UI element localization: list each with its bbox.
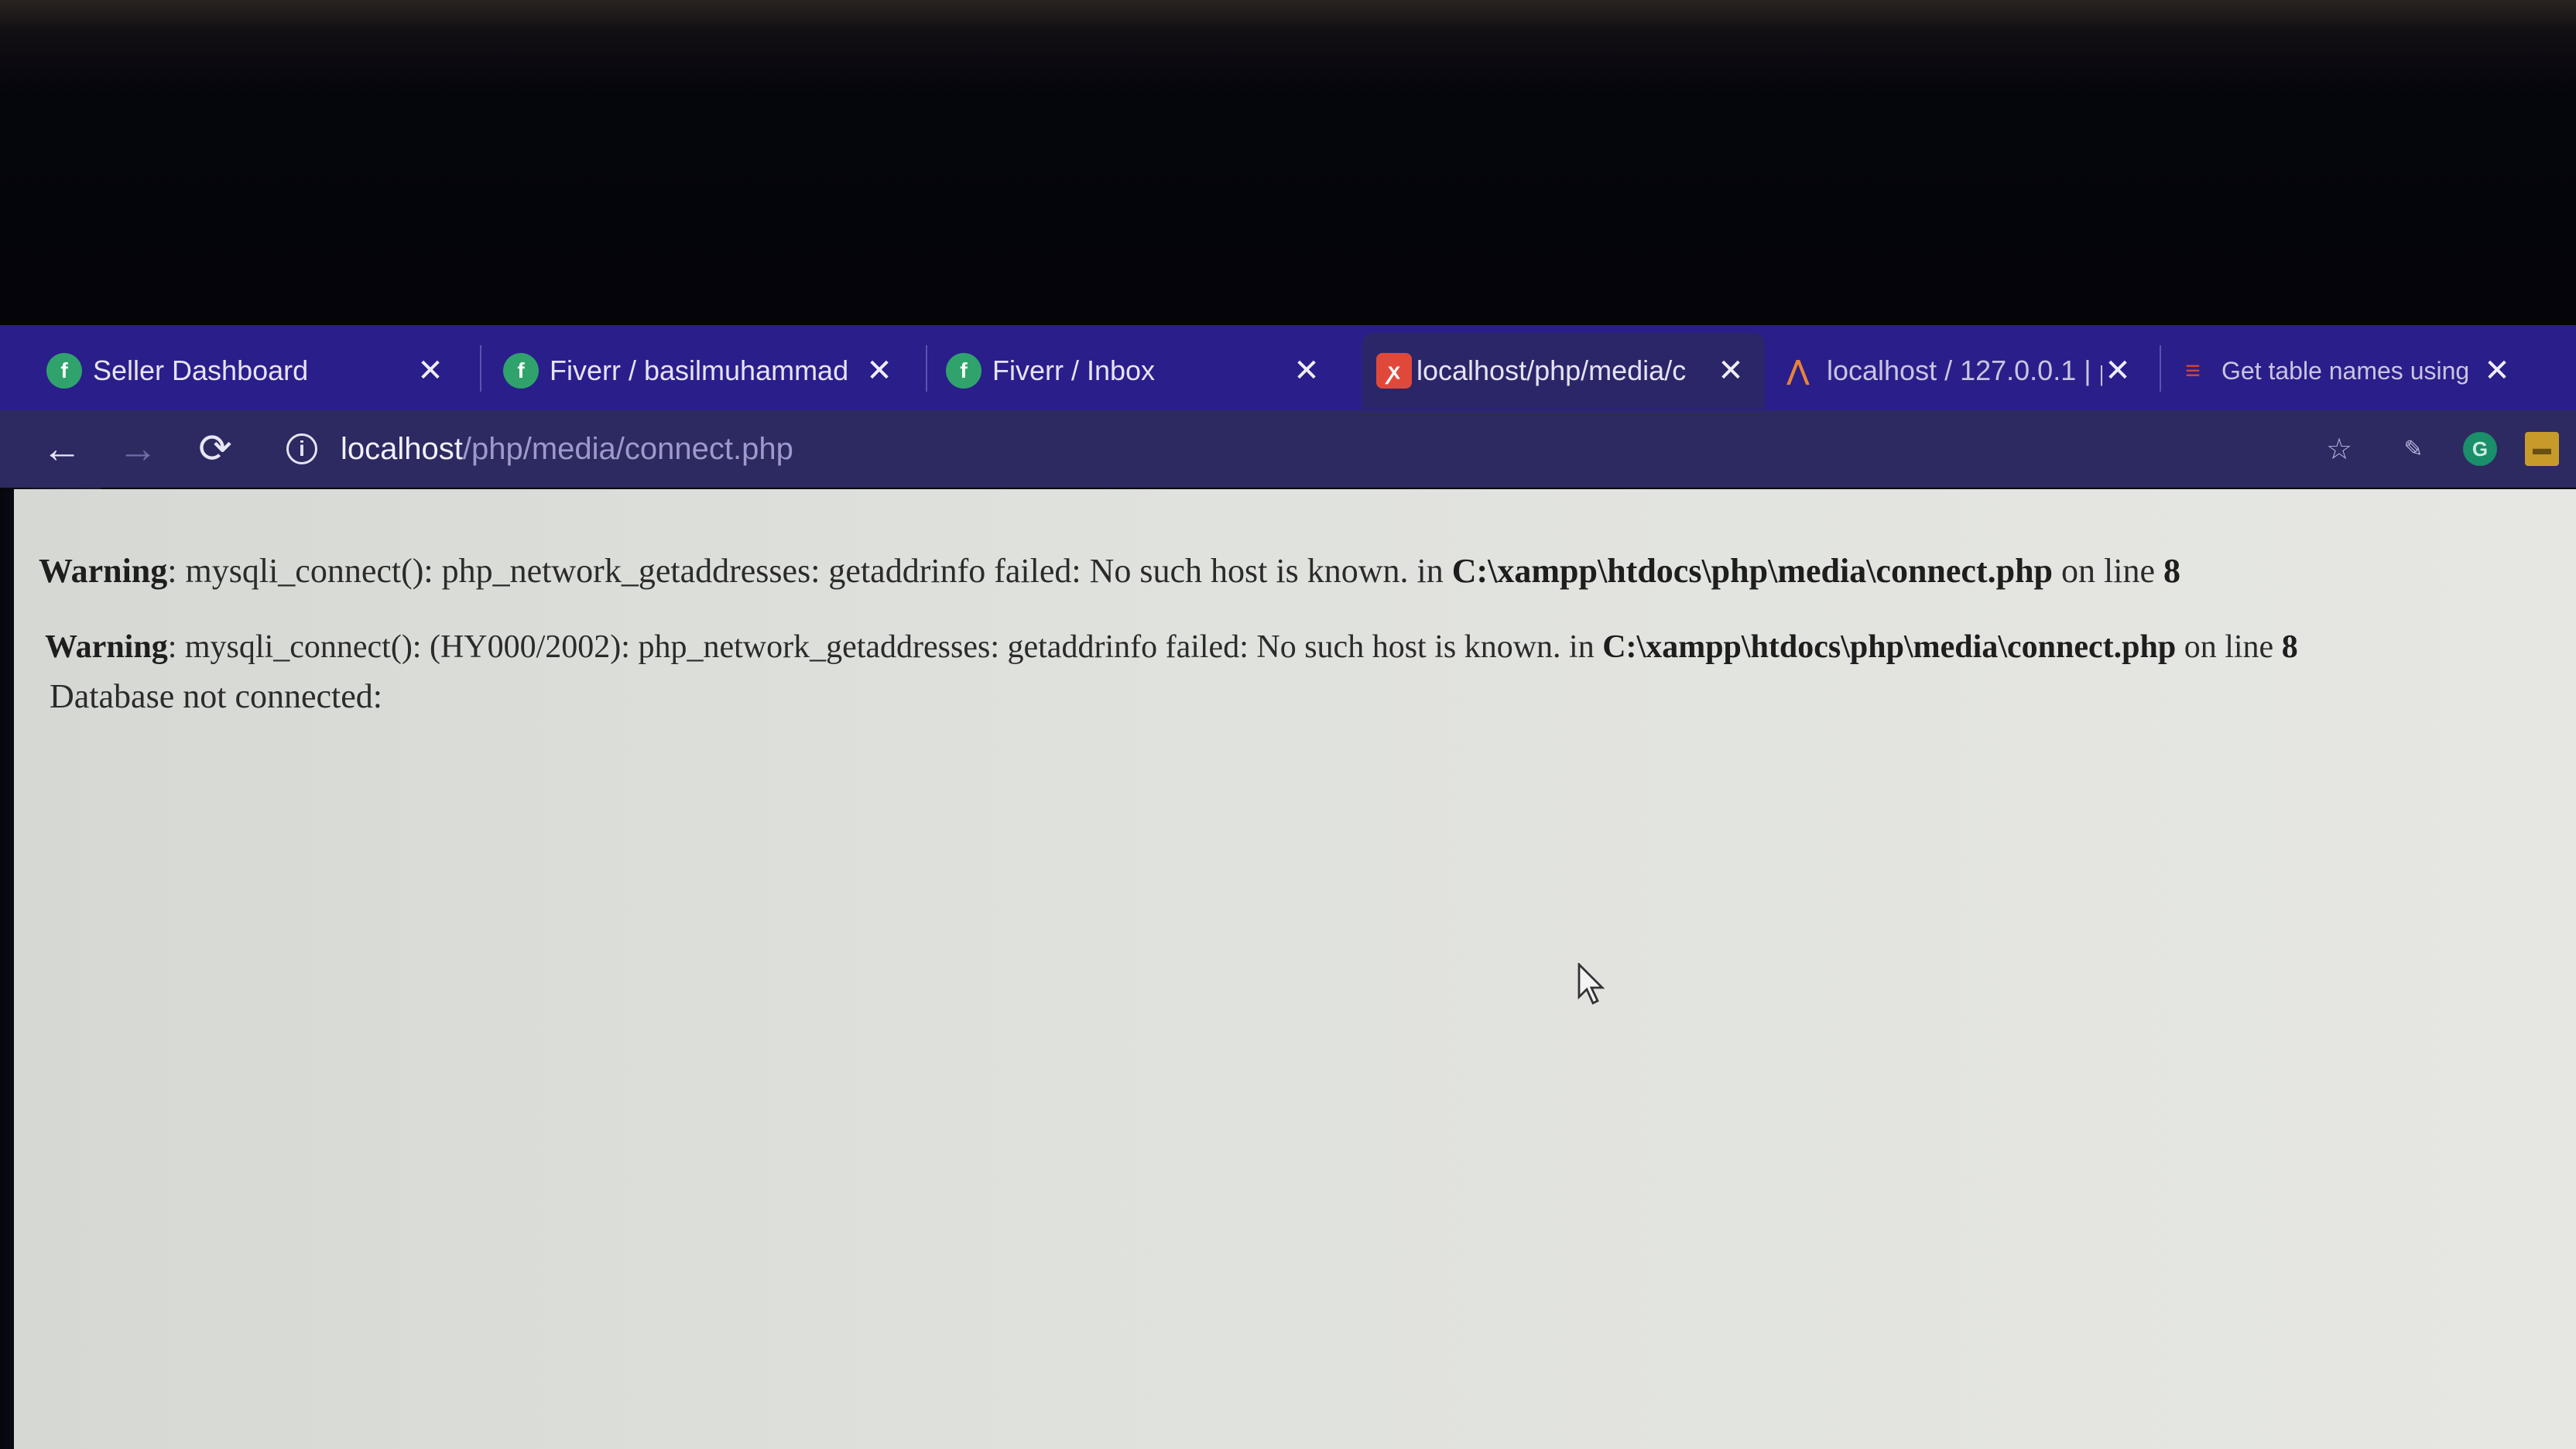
warning-on-line: on line [2176, 629, 2282, 665]
close-icon[interactable]: ✕ [2482, 353, 2513, 389]
mouse-pointer-icon [1577, 963, 1605, 1005]
tab-title: Fiverr / Inbox [992, 355, 1156, 386]
warning-text: : mysqli_connect(): (HY000/2002): php_ne… [167, 629, 1603, 665]
tab-fiverr-profile[interactable]: f Fiverr / basilmuhammad ✕ [503, 333, 913, 409]
url-path: /php/media/connect.php [462, 431, 793, 466]
pen-extension-icon[interactable]: ✎ [2396, 432, 2430, 466]
folder-extension-icon[interactable]: ▬ [2525, 432, 2559, 466]
url-host: localhost [341, 431, 463, 466]
warning-line-number: 8 [2281, 629, 2298, 665]
tab-separator [926, 345, 927, 392]
close-icon[interactable]: ✕ [415, 353, 446, 389]
database-status-text: Database not connected: [50, 677, 383, 715]
tab-title: Fiverr / basilmuhammad [550, 355, 849, 386]
tab-title: localhost/php/media/c [1416, 355, 1687, 386]
close-icon[interactable]: ✕ [1715, 353, 1746, 389]
forward-icon[interactable]: → [115, 426, 161, 472]
warning-on-line: on line [2053, 552, 2163, 590]
tab-title: Get table names using [2221, 356, 2470, 385]
warning-label: Warning [45, 629, 168, 665]
warning-line-number: 8 [2163, 552, 2180, 590]
warning-file: C:\xampp\htdocs\php\media\connect.php [1602, 629, 2177, 665]
warning-message-2: Warning: mysqli_connect(): (HY000/2002):… [45, 629, 2298, 666]
stackoverflow-icon: ≡ [2185, 355, 2201, 385]
phpmyadmin-icon: ⋀ [1787, 356, 1809, 385]
warning-label: Warning [39, 552, 168, 590]
reload-icon[interactable]: ⟳ [192, 426, 238, 472]
page-content: Warning: mysqli_connect(): php_network_g… [14, 489, 2576, 1449]
tab-strip: f Seller Dashboard ✕ f Fiverr / basilmuh… [0, 325, 2576, 412]
tab-localhost-connect[interactable]: ꭗ localhost/php/media/c ✕ [1362, 333, 1765, 409]
info-icon[interactable]: i [286, 433, 317, 464]
tab-fiverr-inbox[interactable]: f Fiverr / Inbox ✕ [946, 333, 1341, 409]
close-icon[interactable]: ✕ [864, 353, 895, 389]
xampp-icon: ꭗ [1376, 353, 1412, 389]
close-icon[interactable]: ✕ [2102, 353, 2133, 389]
tab-separator [2160, 345, 2161, 392]
tab-stackoverflow[interactable]: ≡ Get table names using ✕ [2175, 333, 2531, 409]
fiverr-icon: f [503, 353, 539, 389]
fiverr-icon: f [946, 353, 981, 389]
warning-text: : mysqli_connect(): php_network_getaddre… [167, 552, 1452, 590]
tab-title: Seller Dashboard [93, 355, 309, 386]
warning-message-1: Warning: mysqli_connect(): php_network_g… [39, 551, 2180, 591]
tab-phpmyadmin[interactable]: ⋀ localhost / 127.0.0.1 | p ✕ [1780, 333, 2152, 409]
tab-seller-dashboard[interactable]: f Seller Dashboard ✕ [46, 333, 464, 409]
monitor-bezel-top [0, 0, 2576, 325]
close-icon[interactable]: ✕ [1291, 353, 1322, 389]
fiverr-icon: f [46, 353, 82, 389]
browser-toolbar: ← → ⟳ i localhost /php/media/connect.php… [0, 410, 2576, 488]
grammarly-icon[interactable]: G [2463, 432, 2497, 466]
bookmark-star-icon[interactable]: ☆ [2322, 432, 2356, 466]
warning-file: C:\xampp\htdocs\php\media\connect.php [1451, 552, 2054, 590]
back-icon[interactable]: ← [39, 426, 85, 472]
address-bar[interactable]: i localhost /php/media/connect.php [286, 423, 2206, 475]
tab-title: localhost / 127.0.0.1 | p [1827, 355, 2102, 386]
tab-separator [480, 345, 481, 392]
